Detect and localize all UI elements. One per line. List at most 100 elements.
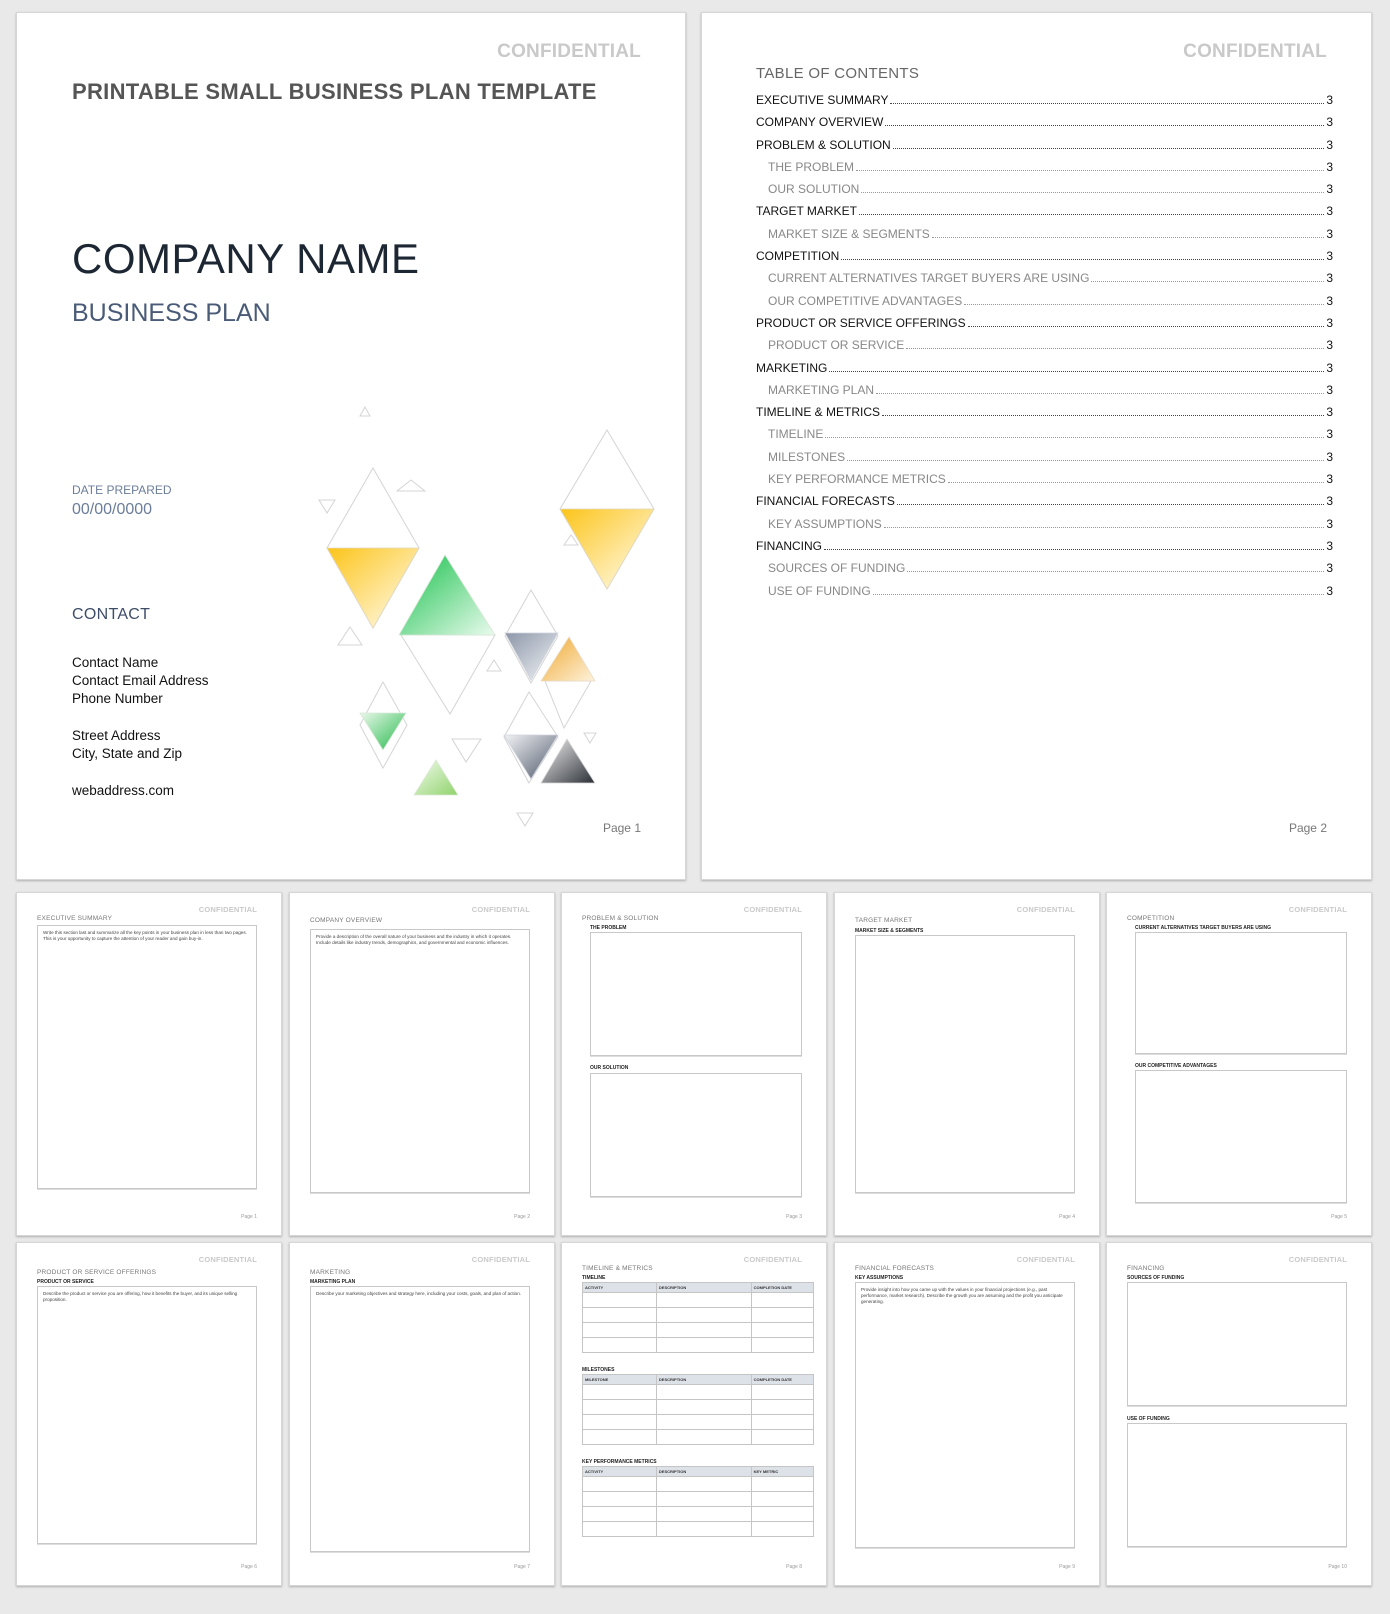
toc-entry[interactable]: OUR SOLUTION 3 — [756, 182, 1333, 204]
outline-triangle — [451, 738, 482, 763]
content-box[interactable] — [1127, 1282, 1347, 1406]
dot-leader — [906, 347, 1325, 350]
toc-entry[interactable]: PRODUCT OR SERVICE 3 — [756, 338, 1333, 360]
confidential-label: CONFIDENTIAL — [1288, 905, 1347, 914]
toc-entry[interactable]: EXECUTIVE SUMMARY 3 — [756, 93, 1333, 115]
table-row — [582, 1476, 815, 1492]
column-header: DESCRIPTION — [655, 1282, 752, 1293]
cover-page: CONFIDENTIAL PRINTABLE SMALL BUSINESS PL… — [16, 12, 686, 880]
toc-entry[interactable]: KEY ASSUMPTIONS 3 — [756, 517, 1333, 539]
dot-leader — [892, 147, 1325, 149]
toc-entry[interactable]: COMPETITION 3 — [756, 249, 1333, 271]
toc-entry[interactable]: TARGET MARKET 3 — [756, 204, 1333, 226]
content-box[interactable] — [590, 1073, 802, 1197]
thumbnail-competition[interactable]: CONFIDENTIAL COMPETITION CURRENT ALTERNA… — [1106, 892, 1372, 1236]
dot-leader — [883, 526, 1325, 528]
toc-entry-label: THE PROBLEM — [768, 159, 855, 174]
toc-entry[interactable]: FINANCING 3 — [756, 539, 1333, 561]
outline-triangle — [359, 405, 371, 417]
toc-entry[interactable]: PRODUCT OR SERVICE OFFERINGS 3 — [756, 316, 1333, 338]
section-title: PRODUCT OR SERVICE OFFERINGS — [37, 1269, 157, 1276]
toc-entry-page: 3 — [1326, 583, 1333, 598]
content-box[interactable]: Describe the product or service you are … — [37, 1286, 257, 1544]
page-number: Page 2 — [1288, 821, 1327, 835]
subsection-title: KEY ASSUMPTIONS — [855, 1275, 904, 1281]
dot-leader — [896, 503, 1325, 506]
toc-entry-label: CURRENT ALTERNATIVES TARGET BUYERS ARE U… — [768, 271, 1090, 286]
content-box[interactable] — [855, 935, 1075, 1193]
subsection-title: SOURCES OF FUNDING — [1127, 1275, 1185, 1281]
toc-entry-label: PROBLEM & SOLUTION — [756, 137, 891, 152]
hint-text: Write this section last and summarize al… — [43, 930, 247, 942]
table-row — [582, 1292, 815, 1308]
dot-leader — [825, 436, 1325, 439]
toc-entry[interactable]: THE PROBLEM 3 — [756, 160, 1333, 182]
toc-entry[interactable]: MARKETING 3 — [756, 361, 1333, 383]
gold-triangle — [326, 547, 420, 629]
toc-entry[interactable]: COMPANY OVERVIEW 3 — [756, 115, 1333, 137]
column-header: ACTIVITY — [582, 1282, 657, 1293]
thumbnail-timeline-metrics[interactable]: CONFIDENTIAL TIMELINE & METRICS TIMELINE… — [561, 1242, 827, 1586]
timeline-table: ACTIVITY DESCRIPTION COMPLETION DATE — [582, 1282, 815, 1353]
toc-entry[interactable]: OUR COMPETITIVE ADVANTAGES 3 — [756, 294, 1333, 316]
thumbnail-problem-solution[interactable]: CONFIDENTIAL PROBLEM & SOLUTION THE PROB… — [561, 892, 827, 1236]
toc-entry-label: USE OF FUNDING — [768, 583, 871, 598]
thumbnail-financing[interactable]: CONFIDENTIAL FINANCING SOURCES OF FUNDIN… — [1106, 1242, 1372, 1586]
thumbnail-marketing[interactable]: CONFIDENTIAL MARKETING MARKETING PLAN De… — [289, 1242, 555, 1586]
content-box[interactable]: Provide insight into how you came up wit… — [855, 1282, 1075, 1548]
thumbnail-target-market[interactable]: CONFIDENTIAL TARGET MARKET MARKET SIZE &… — [834, 892, 1100, 1236]
city-state-zip: City, State and Zip — [72, 746, 183, 761]
confidential-label: CONFIDENTIAL — [497, 41, 641, 62]
outline-triangle — [395, 479, 427, 492]
toc-entry[interactable]: KEY PERFORMANCE METRICS 3 — [756, 472, 1333, 494]
toc-entry[interactable]: CURRENT ALTERNATIVES TARGET BUYERS ARE U… — [756, 271, 1333, 293]
confidential-label: CONFIDENTIAL — [1016, 905, 1075, 914]
section-title: MARKETING — [310, 1269, 351, 1276]
content-box[interactable] — [1127, 1423, 1347, 1547]
toc-entry[interactable]: MARKETING PLAN 3 — [756, 383, 1333, 405]
section-title: TARGET MARKET — [855, 917, 913, 924]
dot-leader — [858, 213, 1325, 216]
content-box[interactable] — [590, 932, 802, 1056]
content-box[interactable]: Provide a description of the overall nat… — [310, 929, 530, 1193]
thumbnail-financial-forecasts[interactable]: CONFIDENTIAL FINANCIAL FORECASTS KEY ASS… — [834, 1242, 1100, 1586]
toc-heading: TABLE OF CONTENTS — [756, 65, 920, 82]
thumbnail-company-overview[interactable]: CONFIDENTIAL COMPANY OVERVIEW Provide a … — [289, 892, 555, 1236]
confidential-label: CONFIDENTIAL — [198, 1255, 257, 1264]
toc-entry-label: KEY PERFORMANCE METRICS — [768, 472, 946, 487]
confidential-label: CONFIDENTIAL — [1183, 41, 1327, 62]
toc-entry-page: 3 — [1326, 338, 1333, 353]
page-number: Page 1 — [241, 1214, 257, 1220]
confidential-label: CONFIDENTIAL — [1288, 1255, 1347, 1264]
table-title-kpi: KEY PERFORMANCE METRICS — [582, 1459, 657, 1465]
content-box[interactable]: Describe your marketing objectives and s… — [310, 1286, 530, 1552]
toc-entry-label: FINANCING — [756, 538, 822, 553]
table-row — [582, 1491, 815, 1507]
toc-entry-page: 3 — [1326, 293, 1333, 308]
toc-entry[interactable]: MARKET SIZE & SEGMENTS 3 — [756, 227, 1333, 249]
toc-entry[interactable]: TIMELINE & METRICS 3 — [756, 405, 1333, 427]
section-title: FINANCIAL FORECASTS — [855, 1265, 935, 1272]
dot-leader — [872, 593, 1325, 595]
toc-entry[interactable]: MILESTONES 3 — [756, 450, 1333, 472]
toc-entry[interactable]: USE OF FUNDING 3 — [756, 584, 1333, 606]
toc-entry-label: TARGET MARKET — [756, 204, 857, 219]
content-box[interactable] — [1135, 1070, 1347, 1203]
content-box[interactable] — [1135, 932, 1347, 1054]
thumbnail-executive-summary[interactable]: CONFIDENTIAL EXECUTIVE SUMMARY Write thi… — [16, 892, 282, 1236]
thumbnail-product-service[interactable]: CONFIDENTIAL PRODUCT OR SERVICE OFFERING… — [16, 1242, 282, 1586]
toc-entry-label: OUR SOLUTION — [768, 182, 860, 197]
contact-heading: CONTACT — [72, 606, 151, 623]
dot-leader — [931, 236, 1325, 238]
section-title: PROBLEM & SOLUTION — [582, 915, 659, 922]
toc-entry[interactable]: PROBLEM & SOLUTION 3 — [756, 138, 1333, 160]
toc-entry[interactable]: TIMELINE 3 — [756, 427, 1333, 449]
content-box[interactable]: Write this section last and summarize al… — [37, 925, 257, 1189]
toc-entry[interactable]: FINANCIAL FORECASTS 3 — [756, 494, 1333, 516]
table-title-milestones: MILESTONES — [582, 1367, 615, 1373]
milestones-table: MILESTONE DESCRIPTION COMPLETION DATE — [582, 1374, 815, 1445]
dot-leader — [1091, 280, 1325, 283]
toc-entry[interactable]: SOURCES OF FUNDING 3 — [756, 561, 1333, 583]
page-number: Page 5 — [1331, 1214, 1347, 1220]
confidential-label: CONFIDENTIAL — [471, 905, 530, 914]
